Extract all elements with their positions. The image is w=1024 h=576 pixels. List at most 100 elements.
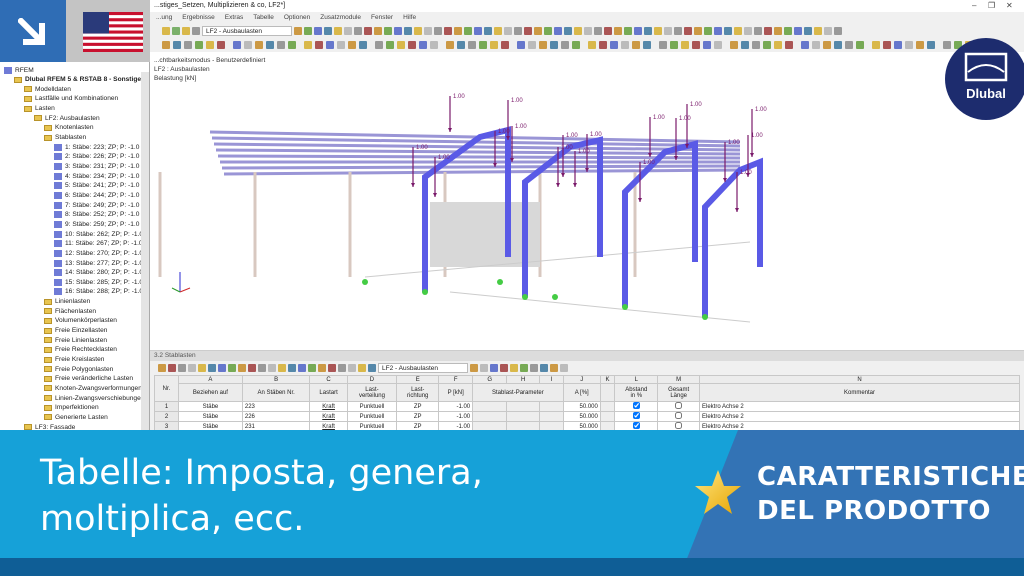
toolbar-icon[interactable] bbox=[610, 41, 618, 49]
table-tool-icon[interactable] bbox=[248, 363, 256, 372]
toolbar-icon[interactable] bbox=[424, 27, 432, 35]
table-row[interactable]: 1 Stäbe 223 Kraft Punktuell ZP -1.00 50.… bbox=[154, 401, 1020, 412]
table-tool-icon[interactable] bbox=[268, 363, 276, 372]
toolbar-icon[interactable] bbox=[195, 41, 203, 49]
tree-item-member-load[interactable]: 7: Stäbe: 249; ZP; P: -1.0 kN bbox=[54, 200, 149, 210]
table-tool-icon[interactable] bbox=[218, 363, 226, 372]
toolbar-icon[interactable] bbox=[550, 41, 558, 49]
menu-zusatzmodule[interactable]: Zusatzmodule bbox=[320, 14, 361, 22]
cell-b[interactable]: 226 bbox=[241, 411, 311, 422]
table-tool-icon[interactable] bbox=[470, 363, 478, 372]
toolbar-icon[interactable] bbox=[741, 41, 749, 49]
toolbar-icon[interactable] bbox=[883, 41, 891, 49]
toolbar-icon[interactable] bbox=[784, 27, 792, 35]
toolbar-icon[interactable] bbox=[927, 41, 935, 49]
toolbar-icon[interactable] bbox=[430, 41, 438, 49]
toolbar-icon[interactable] bbox=[479, 41, 487, 49]
tree-item-lasten[interactable]: Lasten bbox=[24, 104, 55, 114]
toolbar-icon[interactable] bbox=[744, 27, 752, 35]
tree-root[interactable]: RFEM bbox=[4, 65, 34, 75]
cell-c[interactable]: Kraft bbox=[309, 411, 348, 422]
toolbar-icon[interactable] bbox=[785, 41, 793, 49]
toolbar-icon[interactable] bbox=[845, 41, 853, 49]
distance-percent-checkbox[interactable] bbox=[632, 412, 640, 419]
toolbar-icon[interactable] bbox=[501, 41, 509, 49]
cell-m[interactable] bbox=[657, 401, 700, 412]
toolbar-icon[interactable] bbox=[414, 27, 422, 35]
toolbar-icon[interactable] bbox=[255, 41, 263, 49]
tree-item-modelldaten[interactable]: Modelldaten bbox=[24, 84, 71, 94]
table-tool-icon[interactable] bbox=[238, 363, 246, 372]
total-length-checkbox[interactable] bbox=[675, 412, 683, 419]
toolbar-icon[interactable] bbox=[324, 27, 332, 35]
toolbar-icon[interactable] bbox=[394, 27, 402, 35]
toolbar-icon[interactable] bbox=[734, 27, 742, 35]
toolbar-icon[interactable] bbox=[326, 41, 334, 49]
table-tool-icon[interactable] bbox=[348, 363, 356, 372]
toolbar-icon[interactable] bbox=[674, 27, 682, 35]
tree-item-member-load[interactable]: 2: Stäbe: 226; ZP; P: -1.0 kN bbox=[54, 152, 149, 162]
cell-e[interactable]: ZP bbox=[396, 401, 440, 412]
toolbar-icon[interactable] bbox=[534, 27, 542, 35]
toolbar-icon[interactable] bbox=[359, 41, 367, 49]
table-tool-icon[interactable] bbox=[278, 363, 286, 372]
toolbar-icon[interactable] bbox=[288, 41, 296, 49]
toolbar-icon[interactable] bbox=[484, 27, 492, 35]
toolbar-icon[interactable] bbox=[692, 41, 700, 49]
cell-n[interactable]: Elektro Achse 2 bbox=[699, 411, 1020, 422]
toolbar-icon[interactable] bbox=[408, 41, 416, 49]
menu-fenster[interactable]: Fenster bbox=[371, 14, 393, 22]
toolbar-icon[interactable] bbox=[572, 41, 580, 49]
tree-item-load-type[interactable]: Freie Kreislasten bbox=[44, 355, 104, 365]
table-tool-icon[interactable] bbox=[550, 363, 558, 372]
language-flag[interactable] bbox=[66, 0, 150, 66]
toolbar-icon[interactable] bbox=[763, 41, 771, 49]
tree-item-member-load[interactable]: 3: Stäbe: 231; ZP; P: -1.0 kN bbox=[54, 162, 149, 172]
minimize-button[interactable]: – bbox=[972, 1, 976, 10]
toolbar-icon[interactable] bbox=[464, 27, 472, 35]
toolbar-icon[interactable] bbox=[644, 27, 652, 35]
menu-ergebnisse[interactable]: Ergebnisse bbox=[182, 14, 215, 22]
tree-item-load-type[interactable]: Flächenlasten bbox=[44, 306, 96, 316]
toolbar-icon[interactable] bbox=[916, 41, 924, 49]
toolbar-icon[interactable] bbox=[444, 27, 452, 35]
tree-item-member-load[interactable]: 14: Stäbe: 280; ZP; P: -1.0 kl bbox=[54, 268, 149, 278]
table-tool-icon[interactable] bbox=[540, 363, 548, 372]
distance-percent-checkbox[interactable] bbox=[632, 402, 640, 409]
toolbar-icon[interactable] bbox=[172, 27, 180, 35]
tree-item-lf2[interactable]: LF2: Ausbaulasten bbox=[34, 113, 100, 123]
toolbar-icon[interactable] bbox=[643, 41, 651, 49]
toolbar-icon[interactable] bbox=[694, 27, 702, 35]
tree-item-load-type[interactable]: Freie Polygonlasten bbox=[44, 364, 113, 374]
cell-n[interactable]: Elektro Achse 2 bbox=[699, 401, 1020, 412]
toolbar-icon[interactable] bbox=[764, 27, 772, 35]
cell-d[interactable]: Punktuell bbox=[346, 401, 398, 412]
toolbar-icon[interactable] bbox=[634, 27, 642, 35]
menu-extras[interactable]: Extras bbox=[225, 14, 243, 22]
toolbar-icon[interactable] bbox=[539, 41, 547, 49]
toolbar-icon[interactable] bbox=[375, 41, 383, 49]
toolbar-icon[interactable] bbox=[812, 41, 820, 49]
toolbar-icon[interactable] bbox=[266, 41, 274, 49]
tree-scrollbar[interactable] bbox=[141, 72, 149, 430]
toolbar-icon[interactable] bbox=[454, 27, 462, 35]
toolbar-icon[interactable] bbox=[774, 41, 782, 49]
tree-item-stablasten[interactable]: Stablasten bbox=[44, 133, 86, 143]
toolbar-icon[interactable] bbox=[943, 41, 951, 49]
toolbar-icon[interactable] bbox=[724, 27, 732, 35]
table-tool-icon[interactable] bbox=[490, 363, 498, 372]
table-tool-icon[interactable] bbox=[198, 363, 206, 372]
tree-item-member-load[interactable]: 10: Stäbe: 262; ZP; P: -1.0 kl bbox=[54, 229, 149, 239]
toolbar-icon[interactable] bbox=[517, 41, 525, 49]
table-row[interactable]: 2 Stäbe 226 Kraft Punktuell ZP -1.00 50.… bbox=[154, 411, 1020, 422]
table-tool-icon[interactable] bbox=[338, 363, 346, 372]
cell-m[interactable] bbox=[657, 411, 700, 422]
toolbar-icon[interactable] bbox=[397, 41, 405, 49]
menu-tabelle[interactable]: Tabelle bbox=[253, 14, 274, 22]
table-tool-icon[interactable] bbox=[288, 363, 296, 372]
toolbar-icon[interactable] bbox=[714, 41, 722, 49]
table-tool-icon[interactable] bbox=[328, 363, 336, 372]
toolbar-icon[interactable] bbox=[670, 41, 678, 49]
toolbar-icon[interactable] bbox=[856, 41, 864, 49]
toolbar-icon[interactable] bbox=[490, 41, 498, 49]
